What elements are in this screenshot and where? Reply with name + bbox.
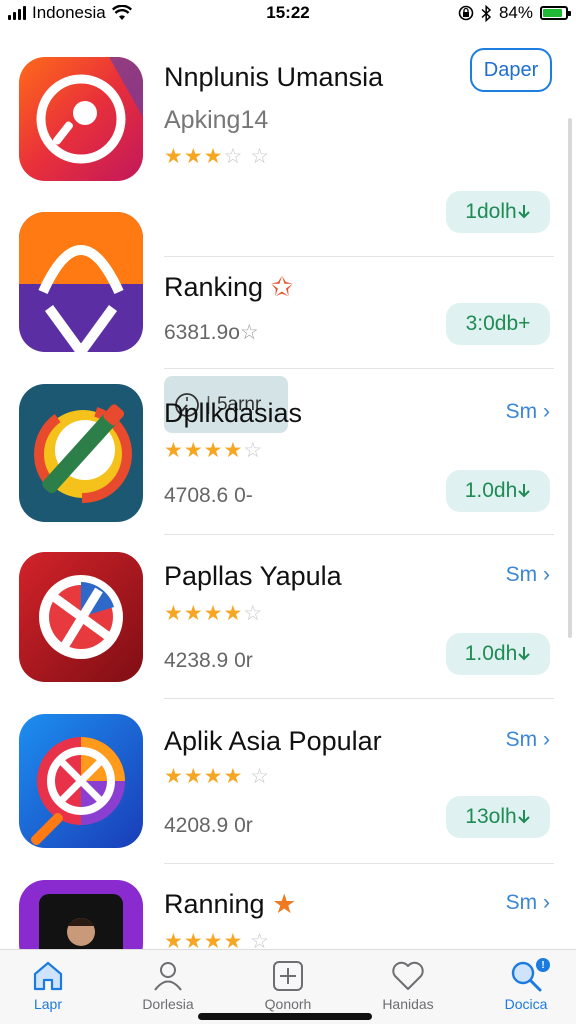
app-icon bbox=[19, 714, 143, 848]
download-icon bbox=[517, 810, 530, 824]
download-icon bbox=[518, 484, 530, 498]
divider bbox=[164, 368, 554, 369]
app-meta: 4208.9 0r bbox=[164, 814, 253, 837]
star-icon: ✩ bbox=[270, 272, 294, 302]
list-item[interactable]: Ranking ✩ 6381.9o☆ 3:0db+ bbox=[0, 200, 576, 370]
list-item[interactable]: Ranning ★ ★★★★ ☆ Sm › bbox=[0, 865, 576, 970]
get-pill-button[interactable]: 3:0db+ bbox=[446, 303, 550, 345]
app-icon bbox=[19, 57, 143, 181]
get-pill-button[interactable]: 1.0dh bbox=[446, 633, 550, 675]
chevron-right-icon: › bbox=[543, 891, 550, 914]
rating-stars: ★★★★ ☆ bbox=[164, 765, 270, 788]
app-meta: 6381.9o☆ bbox=[164, 321, 259, 344]
tab-profile[interactable]: Dorlesia bbox=[118, 956, 218, 1012]
list-item[interactable]: Nnplunis Umansia Apking14 ★★★☆ ☆ Daper bbox=[0, 0, 576, 190]
tab-label: Hanidas bbox=[382, 996, 434, 1012]
get-button[interactable]: Daper bbox=[470, 48, 552, 92]
tab-label: Qonorh bbox=[264, 996, 312, 1012]
tab-bar: Lapr Dorlesia Qonorh Hanidas ! Docica bbox=[0, 949, 576, 1024]
app-store-list-screen: Indonesia 15:22 84% Nnplunis Umansia Apk… bbox=[0, 0, 576, 1024]
star-outline-icon: ☆ bbox=[239, 321, 259, 344]
chevron-right-icon: › bbox=[543, 400, 550, 423]
download-icon bbox=[518, 647, 530, 661]
get-pill-button[interactable]: 13olh bbox=[446, 796, 550, 838]
get-pill-button[interactable]: 1.0dh bbox=[446, 470, 550, 512]
app-title: Ranking ✩ bbox=[164, 272, 294, 302]
app-icon bbox=[19, 212, 143, 352]
heart-icon bbox=[390, 956, 426, 996]
chevron-right-icon: › bbox=[543, 563, 550, 586]
rating-stars: ★★★★☆ bbox=[164, 439, 264, 462]
app-title: Nnplunis Umansia bbox=[164, 62, 384, 92]
tab-search[interactable]: ! Docica bbox=[476, 956, 576, 1012]
see-more-link[interactable]: Sm › bbox=[506, 400, 550, 424]
home-icon bbox=[31, 956, 65, 996]
see-more-link[interactable]: Sm › bbox=[506, 563, 550, 587]
list-item[interactable]: Papllas Yapula ★★★★☆ 4238.9 0r Sm › 1.0d… bbox=[0, 535, 576, 700]
chevron-right-icon: › bbox=[543, 728, 550, 751]
star-icon: ★ bbox=[272, 889, 297, 919]
app-subtitle: Apking14 bbox=[164, 106, 269, 134]
app-icon bbox=[19, 552, 143, 682]
home-indicator[interactable] bbox=[198, 1013, 372, 1020]
notification-badge: ! bbox=[536, 958, 550, 972]
see-more-link[interactable]: Sm › bbox=[506, 891, 550, 915]
add-square-icon bbox=[271, 956, 305, 996]
rating-stars: ★★★★☆ bbox=[164, 602, 264, 625]
tab-label: Dorlesia bbox=[142, 996, 194, 1012]
scrollbar[interactable] bbox=[568, 118, 572, 638]
tab-add[interactable]: Qonorh bbox=[238, 956, 338, 1012]
see-more-link[interactable]: Sm › bbox=[506, 728, 550, 752]
divider bbox=[164, 698, 554, 699]
divider bbox=[164, 863, 554, 864]
person-icon bbox=[151, 956, 185, 996]
app-meta: 4708.6 0- bbox=[164, 484, 253, 507]
tab-label: Docica bbox=[504, 996, 548, 1012]
rating-stars: ★★★☆ ☆ bbox=[164, 145, 270, 168]
tab-home[interactable]: Lapr bbox=[0, 956, 98, 1012]
app-icon bbox=[19, 384, 143, 522]
app-title: Papllas Yapula bbox=[164, 561, 342, 591]
app-title: Aplik Asia Popular bbox=[164, 726, 382, 756]
tab-label: Lapr bbox=[33, 996, 63, 1012]
tab-favorites[interactable]: Hanidas bbox=[358, 956, 458, 1012]
app-meta: 4238.9 0r bbox=[164, 649, 253, 672]
list-item[interactable]: Dpllkdasias ★★★★☆ 4708.6 0- Sm › 1.0dh bbox=[0, 370, 576, 535]
list-item[interactable]: Aplik Asia Popular ★★★★ ☆ 4208.9 0r Sm ›… bbox=[0, 700, 576, 865]
app-title: Ranning ★ bbox=[164, 889, 297, 919]
app-title: Dpllkdasias bbox=[164, 398, 303, 428]
